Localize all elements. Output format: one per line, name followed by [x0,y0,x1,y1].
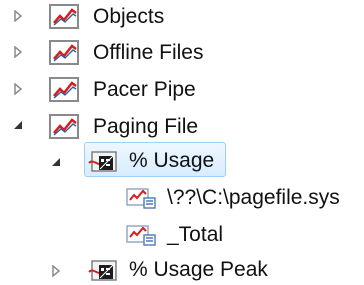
tree-item-label: Objects [93,5,165,28]
tree-item-label: Pacer Pipe [93,78,196,101]
performance-chart-icon [49,4,79,29]
chevron-right-icon[interactable] [12,83,24,95]
tree-item-usage[interactable]: % Usage [129,146,214,176]
performance-chart-icon [49,114,79,139]
tree-item-label: _Total [167,223,224,246]
tree-item-paging-file[interactable]: Paging File [93,112,198,142]
chevron-right-icon[interactable] [12,10,24,22]
chevron-down-icon[interactable] [12,119,24,131]
performance-chart-icon [49,40,79,65]
tree-item-offline-files[interactable]: Offline Files [93,38,204,68]
chevron-right-icon[interactable] [12,46,24,58]
tree-item-label: Paging File [93,115,199,138]
instance-icon [126,188,156,209]
performance-counter-tree: Objects Offline Files Pacer Pipe Paging … [0,0,364,285]
tree-item-label: \??\C:\pagefile.sys [167,186,340,209]
chevron-right-icon[interactable] [50,265,62,277]
counter-icon [88,260,117,281]
tree-item-total-instance[interactable]: _Total [167,220,223,250]
tree-item-usage-peak[interactable]: % Usage Peak [129,255,268,285]
tree-item-label: % Usage Peak [129,258,268,281]
tree-item-objects[interactable]: Objects [93,2,164,32]
tree-item-pacer-pipe[interactable]: Pacer Pipe [93,75,196,105]
tree-item-label: % Usage [129,149,215,172]
chevron-down-icon[interactable] [50,156,62,168]
counter-icon [88,151,117,172]
instance-icon [126,225,156,246]
performance-chart-icon [49,77,79,102]
tree-item-label: Offline Files [93,41,204,64]
tree-item-pagefile-instance[interactable]: \??\C:\pagefile.sys [167,183,340,213]
